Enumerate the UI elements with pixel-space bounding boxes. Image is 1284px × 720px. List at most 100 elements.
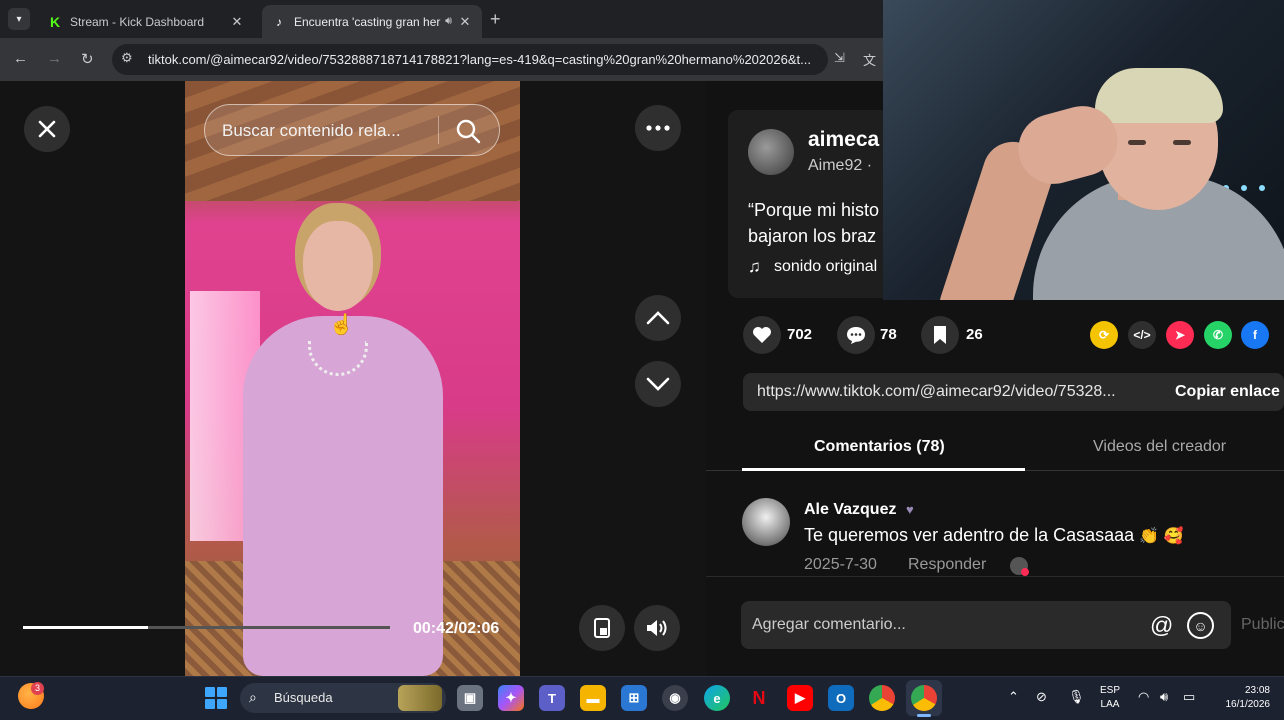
- repost-icon[interactable]: ⟳: [1090, 321, 1118, 349]
- music-note-icon: ♫: [748, 257, 761, 276]
- embed-code-icon[interactable]: </>: [1128, 321, 1156, 349]
- purple-heart-icon: ♥: [906, 502, 914, 517]
- comment-input-placeholder[interactable]: Agregar comentario...: [752, 616, 906, 634]
- edge-icon[interactable]: e: [704, 685, 730, 711]
- outlook-icon[interactable]: O: [828, 685, 854, 711]
- author-avatar[interactable]: [748, 129, 794, 175]
- screen: ▾ K Stream - Kick Dashboard ✕ ♪ Encuentr…: [0, 0, 1284, 720]
- clock-date: 16/1/2026: [1225, 699, 1271, 710]
- facebook-icon[interactable]: f: [1241, 321, 1269, 349]
- save-button[interactable]: [921, 316, 959, 354]
- system-clock[interactable]: 23:08 16/1/2026: [1210, 684, 1271, 712]
- close-icon: [38, 120, 56, 138]
- reload-icon[interactable]: ↻: [81, 50, 94, 68]
- obs-icon[interactable]: ◉: [662, 685, 688, 711]
- copilot-icon[interactable]: ✦: [498, 685, 524, 711]
- translate-icon[interactable]: 文: [863, 50, 876, 69]
- mini-player-icon: [594, 618, 610, 638]
- chrome-active-icon[interactable]: [911, 685, 937, 711]
- commenter-avatar[interactable]: [742, 498, 790, 546]
- video-link[interactable]: https://www.tiktok.com/@aimecar92/video/…: [757, 383, 1149, 401]
- webcam-person-hair: [1095, 68, 1223, 123]
- youtube-icon[interactable]: ▶: [787, 685, 813, 711]
- tiktok-favicon-icon: ♪: [271, 13, 287, 30]
- comment-bubble-icon: [847, 327, 865, 344]
- comment-count: 78: [880, 326, 897, 343]
- copy-link-button[interactable]: Copiar enlace: [1155, 373, 1284, 411]
- video-person-head: [303, 221, 373, 311]
- related-search-placeholder[interactable]: Buscar contenido rela...: [222, 121, 401, 141]
- like-button[interactable]: [743, 316, 781, 354]
- heart-icon: [753, 327, 771, 343]
- install-app-icon[interactable]: ⇲: [834, 50, 845, 66]
- netflix-icon[interactable]: N: [746, 685, 772, 711]
- tab-tiktok[interactable]: ♪ Encuentra 'casting gran her 🔊︎ ✕: [262, 5, 482, 38]
- close-video-button[interactable]: [24, 106, 70, 152]
- floating-player-button[interactable]: [579, 605, 625, 651]
- reply-button[interactable]: Responder: [908, 556, 986, 574]
- author-nickname[interactable]: Aime92 ·: [808, 157, 872, 175]
- tab-search-menu-button[interactable]: ▾: [8, 8, 30, 30]
- comment-body: Te queremos ver adentro de la Casasaaa: [804, 525, 1135, 545]
- volume-icon[interactable]: 🔊︎: [1160, 689, 1168, 705]
- wifi-icon[interactable]: ◠: [1138, 689, 1149, 705]
- clock-time: 23:08: [1244, 685, 1270, 696]
- chevron-up-icon[interactable]: ⌃: [1008, 689, 1019, 705]
- site-info-icon[interactable]: ⚙: [121, 50, 133, 66]
- tab-close-icon[interactable]: ✕: [454, 14, 476, 30]
- video-player[interactable]: [185, 81, 520, 676]
- active-app-indicator: [917, 714, 931, 717]
- search-icon: ⌕: [249, 689, 257, 705]
- comment-button[interactable]: [837, 316, 875, 354]
- hand-cursor-icon: ☝: [329, 314, 354, 336]
- previous-video-button[interactable]: [635, 295, 681, 341]
- creator-liked-avatar: [1010, 557, 1029, 576]
- new-tab-button[interactable]: +: [490, 9, 501, 30]
- taskbar-search-label[interactable]: Búsqueda: [274, 690, 333, 705]
- bookmark-icon: [934, 326, 946, 344]
- windows-start-icon[interactable]: [205, 687, 227, 709]
- comment-text: Te queremos ver adentro de la Casasaaa 👏…: [804, 525, 1184, 546]
- comment-emoji: 👏 🥰: [1139, 528, 1184, 545]
- send-icon[interactable]: ➤: [1166, 321, 1194, 349]
- forward-icon[interactable]: →: [47, 50, 62, 67]
- back-icon[interactable]: ←: [13, 50, 28, 67]
- search-highlight-icon[interactable]: [398, 685, 442, 711]
- volume-button[interactable]: [634, 605, 680, 651]
- whatsapp-icon[interactable]: ✆: [1204, 321, 1232, 349]
- microphone-icon[interactable]: 🎙︎: [1068, 689, 1085, 705]
- progress-fill: [23, 626, 148, 629]
- speaker-icon[interactable]: 🔊︎: [445, 15, 452, 28]
- more-options-button[interactable]: [635, 105, 681, 151]
- tab-comments[interactable]: Comentarios (78): [814, 438, 945, 456]
- video-description: “Porque mi histo bajaron los braz: [748, 200, 880, 246]
- author-username[interactable]: aimeca: [808, 128, 879, 152]
- video-person: [243, 211, 463, 676]
- sound-link[interactable]: sonido original: [774, 258, 877, 276]
- tab-close-icon[interactable]: ✕: [226, 14, 248, 30]
- webcam-person-eye: [1128, 140, 1146, 145]
- mention-icon[interactable]: @: [1150, 612, 1173, 639]
- more-dots-icon: [646, 125, 670, 131]
- teams-icon[interactable]: T: [539, 685, 565, 711]
- widget-badge: 3: [31, 682, 44, 695]
- emoji-icon[interactable]: ☺: [1187, 612, 1214, 639]
- post-comment-button[interactable]: Publicar: [1241, 616, 1284, 634]
- tab-kick-dashboard[interactable]: K Stream - Kick Dashboard ✕: [38, 5, 254, 38]
- next-video-button[interactable]: [635, 361, 681, 407]
- tab-creator-videos[interactable]: Videos del creador: [1093, 438, 1226, 456]
- tab-title: Encuentra 'casting gran her: [294, 14, 441, 29]
- search-divider: [438, 116, 439, 144]
- commenter-name[interactable]: Ale Vazquez: [804, 501, 896, 519]
- file-explorer-icon[interactable]: ▬: [580, 685, 606, 711]
- search-icon[interactable]: [455, 118, 481, 144]
- active-tab-indicator: [742, 468, 1025, 471]
- like-count: 702: [787, 326, 813, 343]
- microsoft-store-icon[interactable]: ⊞: [621, 685, 647, 711]
- battery-icon[interactable]: ▭: [1183, 689, 1195, 705]
- task-view-icon[interactable]: ▣: [457, 685, 483, 711]
- input-language[interactable]: ESP LAA: [1100, 684, 1120, 712]
- network-off-icon[interactable]: ⊘: [1036, 689, 1047, 705]
- address-url[interactable]: tiktok.com/@aimecar92/video/753288871871…: [148, 52, 820, 67]
- chrome-icon[interactable]: [869, 685, 895, 711]
